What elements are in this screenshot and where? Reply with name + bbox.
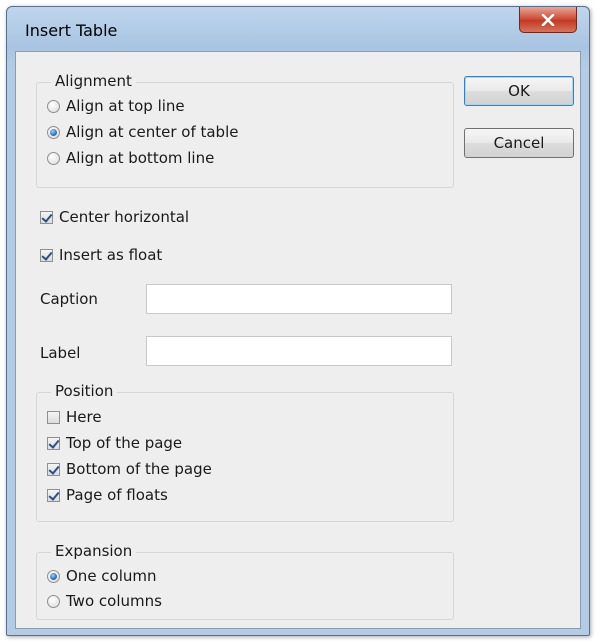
checkbox-insert-as-float[interactable]: Insert as float xyxy=(40,244,162,266)
alignment-group: Alignment Align at top line Align at cen… xyxy=(36,72,454,188)
caption-input[interactable] xyxy=(146,284,452,314)
expansion-group-title: Expansion xyxy=(51,542,137,560)
checkbox-label: Insert as float xyxy=(59,246,163,264)
checkbox[interactable] xyxy=(47,488,60,502)
checkbox-center-horizontal[interactable]: Center horizontal xyxy=(40,206,189,228)
radio-one-column[interactable]: One column xyxy=(47,565,157,587)
close-x-icon xyxy=(541,13,555,26)
radio-align-center[interactable]: Align at center of table xyxy=(47,121,238,143)
checkbox-label: Here xyxy=(66,408,102,426)
window-title: Insert Table xyxy=(25,21,118,40)
dialog-body: Alignment Align at top line Align at cen… xyxy=(15,51,581,629)
close-button[interactable] xyxy=(519,7,577,33)
radio-align-bottom[interactable]: Align at bottom line xyxy=(47,147,214,169)
position-group: Position Here Top of the page Bottom of … xyxy=(36,382,454,522)
insert-table-dialog: Insert Table Alignment Align at top line… xyxy=(6,6,590,636)
radio-button[interactable] xyxy=(47,594,60,608)
checkbox-page-of-floats[interactable]: Page of floats xyxy=(47,484,168,506)
position-group-title: Position xyxy=(51,382,118,400)
ok-button[interactable]: OK xyxy=(464,76,574,106)
alignment-group-title: Alignment xyxy=(51,72,136,90)
radio-label: Align at top line xyxy=(66,97,185,115)
cancel-button[interactable]: Cancel xyxy=(464,128,574,158)
caption-label: Caption xyxy=(40,290,98,308)
checkbox-bottom-of-page[interactable]: Bottom of the page xyxy=(47,458,212,480)
radio-button[interactable] xyxy=(47,125,60,139)
radio-button[interactable] xyxy=(47,99,60,113)
radio-two-columns[interactable]: Two columns xyxy=(47,590,162,612)
checkbox[interactable] xyxy=(47,462,60,476)
label-input[interactable] xyxy=(146,336,452,366)
title-bar[interactable]: Insert Table xyxy=(7,7,589,51)
radio-align-top[interactable]: Align at top line xyxy=(47,95,185,117)
radio-label: Align at center of table xyxy=(66,123,239,141)
checkbox-label: Page of floats xyxy=(66,486,168,504)
label-field-label: Label xyxy=(40,344,81,362)
radio-label: Two columns xyxy=(66,592,162,610)
radio-button[interactable] xyxy=(47,569,60,583)
checkbox-top-of-page[interactable]: Top of the page xyxy=(47,432,182,454)
radio-button[interactable] xyxy=(47,151,60,165)
checkbox-label: Bottom of the page xyxy=(66,460,212,478)
checkbox[interactable] xyxy=(47,436,60,450)
checkbox-label: Center horizontal xyxy=(59,208,190,226)
checkbox-here[interactable]: Here xyxy=(47,406,102,428)
checkbox[interactable] xyxy=(47,410,60,424)
radio-label: Align at bottom line xyxy=(66,149,215,167)
checkbox[interactable] xyxy=(40,248,53,262)
radio-label: One column xyxy=(66,567,157,585)
checkbox-label: Top of the page xyxy=(66,434,183,452)
expansion-group: Expansion One column Two columns xyxy=(36,542,454,620)
checkbox[interactable] xyxy=(40,210,53,224)
